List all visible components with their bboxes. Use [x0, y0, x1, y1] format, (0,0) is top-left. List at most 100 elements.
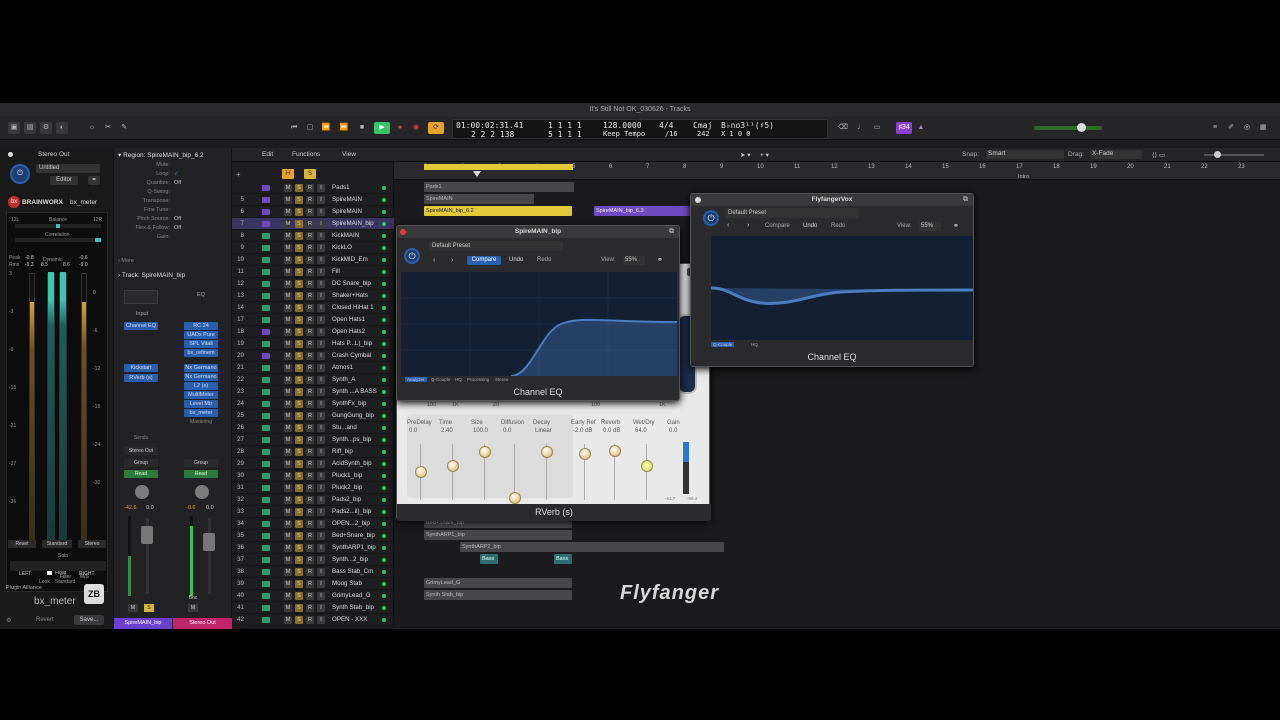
eq-main-prev-icon[interactable]: ‹: [433, 257, 435, 264]
mute-button[interactable]: M: [284, 568, 292, 576]
play-button[interactable]: ▶: [374, 122, 390, 134]
mute-button[interactable]: M: [284, 412, 292, 420]
input-monitor-button[interactable]: I: [317, 496, 325, 504]
track-row[interactable]: 7 M S R I SpireMAIN_bip: [232, 218, 394, 230]
region[interactable]: SynthARP1_bip: [424, 530, 572, 540]
record-enable-button[interactable]: R: [306, 244, 314, 252]
input-monitor-button[interactable]: I: [317, 592, 325, 600]
track-row[interactable]: 9 M S R I KickLO: [232, 242, 394, 254]
plugin-slot[interactable]: Level Mtr: [184, 400, 218, 408]
input-monitor-button[interactable]: I: [317, 304, 325, 312]
rverb-slider-handle[interactable]: [541, 446, 553, 458]
input-monitor-button[interactable]: I: [317, 508, 325, 516]
solo-button[interactable]: S: [295, 352, 303, 360]
input-monitor-button[interactable]: I: [317, 400, 325, 408]
eq-main-stereo[interactable]: Stereo: [495, 377, 508, 382]
expand-icon[interactable]: ⧉: [963, 196, 968, 204]
input-monitor-button[interactable]: I: [317, 364, 325, 372]
input-monitor-button[interactable]: I: [317, 244, 325, 252]
region-param-value[interactable]: ✓: [174, 171, 179, 177]
mute-button[interactable]: M: [284, 460, 292, 468]
eq-main-graph[interactable]: [401, 272, 677, 376]
input-monitor-button[interactable]: I: [317, 280, 325, 288]
smart-controls-button[interactable]: ◐: [56, 122, 68, 134]
input-monitor-button[interactable]: I: [317, 556, 325, 564]
solo-button[interactable]: S: [295, 304, 303, 312]
waveform-zoom-icon[interactable]: ⟨⟩ ▭: [1152, 151, 1165, 159]
playhead-icon[interactable]: [473, 171, 481, 177]
channel-name-track[interactable]: SpireMAIN_bip: [114, 618, 172, 629]
eq-main-link-icon[interactable]: ⚭: [657, 256, 663, 264]
power-dot-icon[interactable]: [8, 152, 13, 157]
input-monitor-button[interactable]: I: [317, 616, 325, 624]
eq-main-view-menu[interactable]: 55%: [623, 256, 645, 265]
solo-button[interactable]: S: [295, 520, 303, 528]
save-button[interactable]: Save...: [74, 615, 104, 625]
pan-knob[interactable]: [135, 485, 149, 499]
send-rverb[interactable]: RVerb (s): [124, 374, 158, 382]
input-monitor-button[interactable]: I: [317, 220, 325, 228]
plugin-slot[interactable]: L2 (s): [184, 382, 218, 390]
solo-switch-row[interactable]: [10, 561, 106, 571]
rverb-slider-handle[interactable]: [415, 466, 427, 478]
record-enable-button[interactable]: R: [306, 376, 314, 384]
region-param-value[interactable]: Off: [174, 180, 181, 186]
mute-button[interactable]: M: [284, 448, 292, 456]
mute-button[interactable]: M: [284, 292, 292, 300]
record-enable-button[interactable]: R: [306, 292, 314, 300]
region-param-value[interactable]: Off: [174, 216, 181, 222]
eq-main-analyzer[interactable]: Analyzer: [405, 377, 427, 382]
eq-main-preset[interactable]: Default Preset: [429, 241, 563, 251]
solo-icon[interactable]: ▭: [872, 122, 882, 134]
solo-button[interactable]: S: [295, 592, 303, 600]
mute-button[interactable]: M: [284, 196, 292, 204]
metronome-icon[interactable]: ▲: [916, 122, 926, 134]
region[interactable]: Synth Stab_bip: [424, 590, 572, 600]
mute-button[interactable]: M: [284, 364, 292, 372]
solo-button[interactable]: S: [295, 556, 303, 564]
track-row[interactable]: 6 M S R I SpireMAIN: [232, 206, 394, 218]
mute-button[interactable]: M: [284, 208, 292, 216]
region[interactable]: Pads1: [424, 182, 574, 192]
loops-icon[interactable]: ◎: [1242, 122, 1252, 134]
record-enable-button[interactable]: R: [306, 256, 314, 264]
master-volume-knob[interactable]: [1077, 123, 1086, 132]
record-enable-button[interactable]: R: [306, 496, 314, 504]
eq-right-hq[interactable]: HQ: [751, 342, 758, 347]
group-slot-2[interactable]: Group: [184, 459, 218, 467]
eq-right-link-icon[interactable]: ⚭: [953, 222, 959, 230]
solo-button[interactable]: S: [295, 616, 303, 624]
marker-intro[interactable]: Intro: [1018, 174, 1029, 180]
mute-button[interactable]: M: [284, 556, 292, 564]
rverb-slider-handle[interactable]: [447, 460, 459, 472]
eq-thumbnail[interactable]: [124, 290, 158, 304]
solo-button[interactable]: S: [295, 508, 303, 516]
eq-right-compare[interactable]: Compare: [765, 223, 790, 229]
solo-button[interactable]: S: [295, 604, 303, 612]
track-row[interactable]: 39 M S R I Moog Stab: [232, 578, 394, 590]
stop-square-icon[interactable]: ▢: [304, 122, 316, 134]
track-row[interactable]: 13 M S R I Shaker+Hats: [232, 290, 394, 302]
solo-button[interactable]: S: [295, 256, 303, 264]
library-button[interactable]: ▣: [8, 122, 20, 134]
record-enable-button[interactable]: R: [306, 520, 314, 528]
pencil-icon[interactable]: ✎: [118, 122, 130, 134]
view-menu[interactable]: View: [342, 151, 356, 158]
input-monitor-button[interactable]: I: [317, 316, 325, 324]
solo-button[interactable]: S: [295, 532, 303, 540]
region[interactable]: SynthARP2_bip: [460, 542, 724, 552]
region[interactable]: SpireMAIN_bip_6.2: [424, 206, 572, 216]
solo-button[interactable]: S: [295, 400, 303, 408]
track-row[interactable]: 24 M S R I SynthFx_bip: [232, 398, 394, 410]
volume-fader[interactable]: [141, 526, 153, 544]
input-monitor-button[interactable]: I: [317, 532, 325, 540]
rverb-slider-handle[interactable]: [479, 446, 491, 458]
plugin-slot[interactable]: bx_meter: [184, 409, 218, 417]
eq-right-qcouple[interactable]: Q-Couple: [711, 342, 735, 347]
input-monitor-button[interactable]: I: [317, 580, 325, 588]
rverb-slider-handle[interactable]: [609, 445, 621, 457]
revert-button[interactable]: Revert: [36, 617, 54, 623]
cycle-button[interactable]: ⟳: [428, 122, 444, 134]
plugin-slot[interactable]: SPL Vitali: [184, 340, 218, 348]
plugin-slot[interactable]: UADx Pure: [184, 331, 218, 339]
